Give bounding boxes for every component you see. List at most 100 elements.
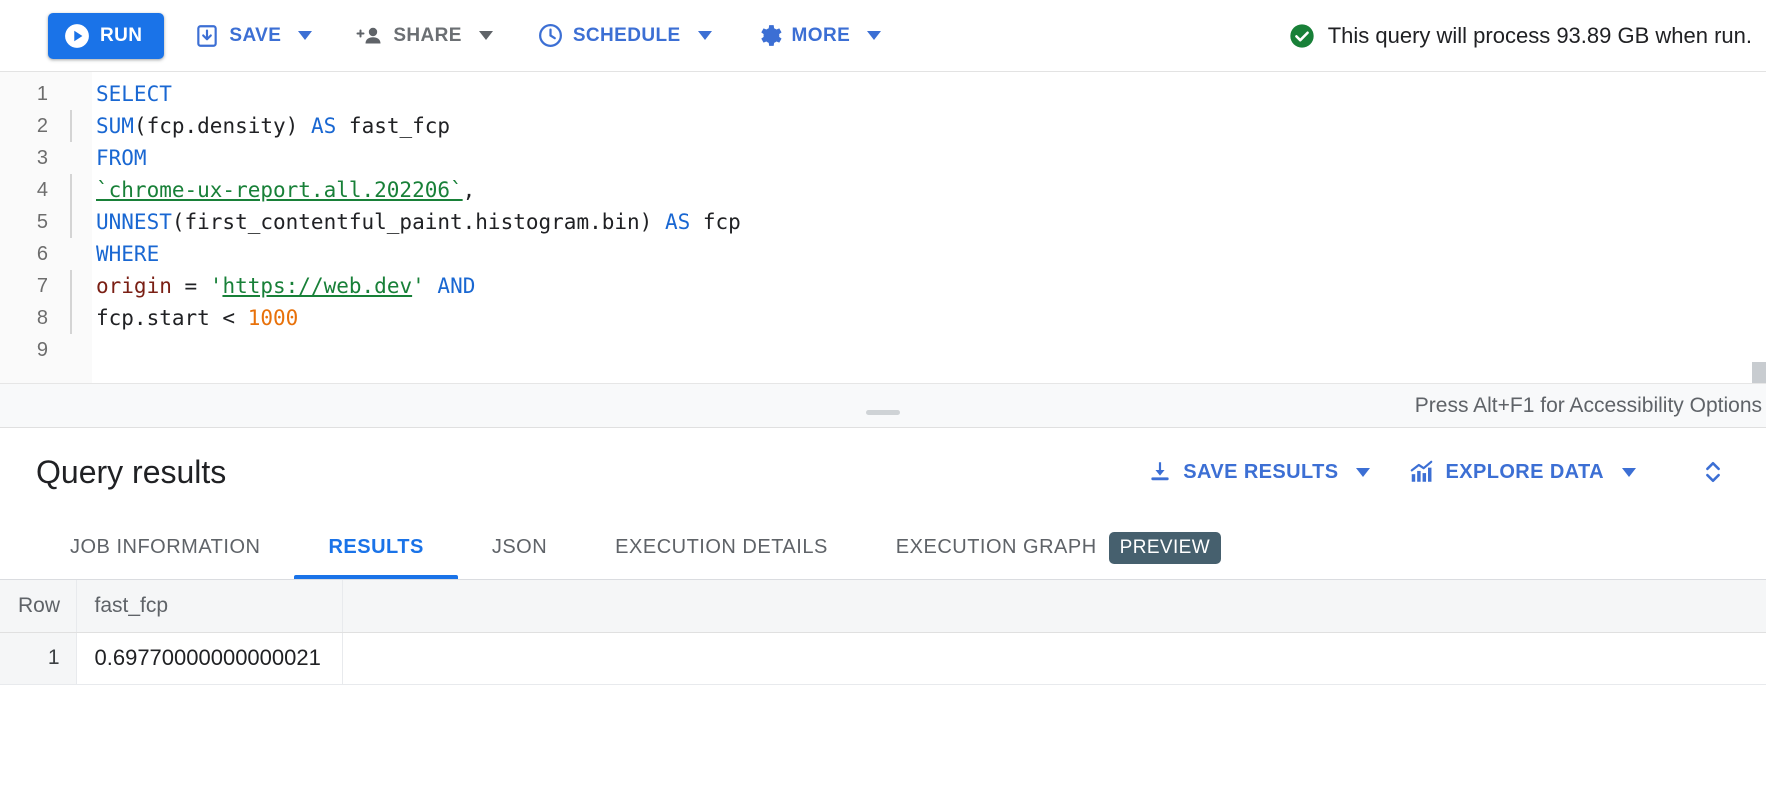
- tab-json[interactable]: JSON: [458, 516, 581, 579]
- token-kw: WHERE: [96, 242, 160, 266]
- line-number: 7: [36, 275, 48, 297]
- code-text: WHERE: [96, 238, 159, 270]
- save-results-button[interactable]: SAVE RESULTS: [1137, 459, 1380, 485]
- column-header-fast-fcp[interactable]: fast_fcp: [76, 580, 343, 633]
- check-circle-icon: [1288, 22, 1316, 50]
- token-kw: FROM: [96, 146, 147, 170]
- line-number: 1: [36, 83, 48, 105]
- token-plain: (: [133, 114, 147, 138]
- results-header: Query results SAVE RESULTS EXPLORE DATA: [0, 428, 1766, 516]
- tab-label: RESULTS: [328, 536, 424, 558]
- table-row[interactable]: 1 0.69770000000000021: [0, 632, 1766, 685]
- tab-label: EXECUTION GRAPH: [895, 536, 1097, 558]
- chevron-down-icon: [1356, 467, 1371, 477]
- chevron-down-icon: [697, 31, 712, 40]
- code-line: 2 SUM(fcp.density) AS fast_fcp: [0, 110, 1766, 142]
- token-plain: =: [171, 274, 210, 298]
- indent-guide: [70, 110, 72, 142]
- line-number: 9: [36, 339, 48, 361]
- token-plain: fcp: [690, 210, 741, 234]
- chevron-down-icon: [1622, 467, 1636, 477]
- token-plain: fast_fcp: [336, 114, 451, 138]
- sql-editor[interactable]: 1 SELECT 2 SUM(fcp.density) AS fast_fcp 3 FRO…: [0, 72, 1766, 428]
- query-cost-status: This query will process 93.89 GB when ru…: [1288, 22, 1756, 50]
- chevron-down-icon: [867, 31, 882, 40]
- token-kw: AS: [664, 210, 691, 234]
- editor-footer: Press Alt+F1 for Accessibility Options: [0, 383, 1766, 427]
- token-strq: ': [412, 274, 425, 298]
- code-text: `chrome-ux-report.all.202206`,: [96, 174, 475, 206]
- cell-fast-fcp: 0.69770000000000021: [76, 632, 343, 685]
- tab-job-information[interactable]: JOB INFORMATION: [36, 516, 294, 579]
- column-header-blank: [342, 580, 1766, 633]
- sql-code[interactable]: 1 SELECT 2 SUM(fcp.density) AS fast_fcp 3 FRO…: [0, 72, 1766, 366]
- save-button[interactable]: SAVE: [180, 13, 326, 59]
- code-text: SUM(fcp.density) AS fast_fcp: [96, 110, 450, 142]
- schedule-label: SCHEDULE: [572, 24, 681, 46]
- preview-badge: PREVIEW: [1108, 531, 1222, 564]
- share-button[interactable]: SHARE: [342, 13, 507, 59]
- code-text: origin = 'https://web.dev' AND: [96, 270, 475, 302]
- line-number: 3: [36, 147, 48, 169]
- token-str: https://web.dev: [222, 274, 413, 298]
- token-kw: AS: [310, 114, 337, 138]
- query-toolbar: RUN SAVE SHARE SCHEDULE MORE This query …: [0, 0, 1766, 72]
- tab-results[interactable]: RESULTS: [294, 516, 459, 579]
- token-tbl: `chrome-ux-report.all.202206`: [96, 178, 463, 202]
- token-plain: fcp.density: [146, 114, 286, 138]
- code-line: 5 UNNEST(first_contentful_paint.histogram…: [0, 206, 1766, 238]
- results-table-body: 1 0.69770000000000021: [0, 632, 1766, 685]
- line-number: 2: [36, 115, 48, 137]
- column-header-row[interactable]: Row: [0, 580, 77, 633]
- tab-label: JSON: [491, 536, 548, 558]
- indent-guide: [70, 270, 72, 302]
- panel-resize-handle[interactable]: [866, 410, 900, 415]
- code-line: 6 WHERE: [0, 238, 1766, 270]
- explore-data-button[interactable]: EXPLORE DATA: [1398, 459, 1646, 485]
- token-ident: origin: [96, 274, 172, 298]
- more-label: MORE: [791, 24, 851, 46]
- code-line: 8 fcp.start < 1000: [0, 302, 1766, 334]
- save-results-label: SAVE RESULTS: [1183, 460, 1339, 483]
- code-text: FROM: [96, 142, 147, 174]
- person-add-icon: [356, 23, 384, 49]
- chevron-down-icon: [298, 31, 313, 40]
- save-label: SAVE: [229, 24, 282, 46]
- code-line: 7 origin = 'https://web.dev' AND: [0, 270, 1766, 302]
- token-strq: ': [209, 274, 223, 298]
- results-title: Query results: [36, 453, 227, 490]
- explore-data-label: EXPLORE DATA: [1445, 460, 1604, 483]
- share-label: SHARE: [393, 24, 462, 46]
- expand-results-button[interactable]: [1664, 457, 1742, 487]
- token-plain: (first_contentful_paint.histogram.bin): [171, 210, 653, 234]
- indent-guide: [70, 206, 72, 238]
- run-button[interactable]: RUN: [48, 12, 165, 59]
- line-number: 6: [36, 243, 48, 265]
- bigquery-console: RUN SAVE SHARE SCHEDULE MORE This query …: [0, 0, 1766, 794]
- download-icon: [1147, 459, 1173, 485]
- tab-label: EXECUTION DETAILS: [615, 536, 828, 558]
- token-num: 1000: [247, 306, 299, 330]
- code-text: fcp.start < 1000: [96, 302, 298, 334]
- results-tabs: JOB INFORMATION RESULTS JSON EXECUTION DETA…: [0, 516, 1766, 580]
- results-actions: SAVE RESULTS EXPLORE DATA: [1137, 457, 1742, 487]
- line-number: 5: [36, 211, 48, 233]
- results-table: Row fast_fcp 1 0.69770000000000021: [0, 580, 1766, 685]
- more-button[interactable]: MORE: [742, 13, 896, 59]
- code-line: 9: [0, 334, 1766, 366]
- token-kw: AND: [437, 274, 476, 298]
- schedule-button[interactable]: SCHEDULE: [523, 13, 726, 59]
- token-plain: fcp.start <: [96, 306, 248, 330]
- results-table-head: Row fast_fcp: [0, 580, 1766, 633]
- cell-row-number: 1: [0, 632, 77, 685]
- token-plain: ): [285, 114, 299, 138]
- code-line: 3 FROM: [0, 142, 1766, 174]
- table-header-row: Row fast_fcp: [0, 580, 1766, 633]
- cell-blank: [342, 632, 1766, 685]
- tab-execution-details[interactable]: EXECUTION DETAILS: [581, 516, 862, 579]
- query-cost-text: This query will process 93.89 GB when ru…: [1327, 22, 1752, 48]
- tab-execution-graph[interactable]: EXECUTION GRAPH PREVIEW: [862, 516, 1255, 579]
- gear-icon: [756, 22, 783, 49]
